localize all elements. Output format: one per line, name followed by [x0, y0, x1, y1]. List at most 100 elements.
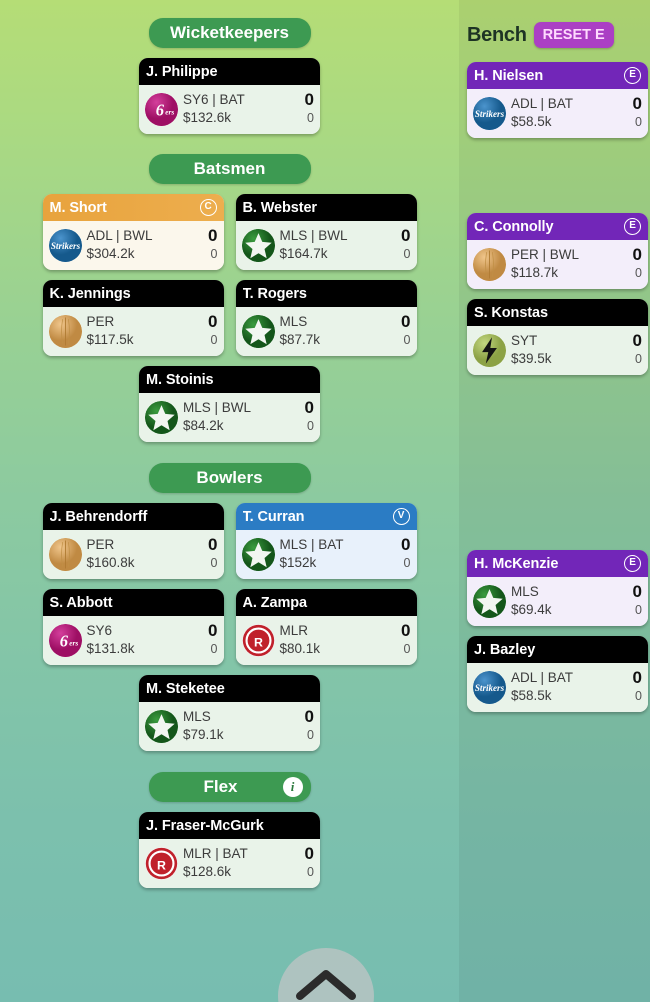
player-name: T. Curran — [242, 508, 305, 525]
player-scores: 0 0 — [302, 399, 314, 435]
field-column: Wicketkeepers J. Philippe SY6 | BAT $132… — [0, 0, 459, 1002]
player-card[interactable]: J. Bazley ADL | BAT $58.5k 0 0 — [467, 636, 648, 712]
scorchers-logo-icon — [49, 538, 82, 571]
player-score: 0 — [208, 312, 218, 331]
player-scores: 0 0 — [205, 622, 217, 658]
player-card[interactable]: H. McKenzie E MLS $69.4k 0 0 — [467, 550, 648, 626]
player-card-header: H. McKenzie E — [467, 550, 648, 577]
player-price: $117.5k — [86, 332, 134, 347]
sixers-logo-icon — [49, 624, 82, 657]
info-icon[interactable]: i — [282, 777, 303, 797]
player-scores: 0 0 — [205, 313, 217, 349]
section-label: Bowlers — [196, 468, 263, 487]
player-club: MLS — [511, 584, 539, 599]
player-card[interactable]: T. Rogers MLS $87.7k 0 0 — [235, 280, 417, 356]
player-card[interactable]: M. Stoinis MLS | BWL $84.2k 0 0 — [139, 366, 320, 442]
player-card[interactable]: B. Webster MLS | BWL $164.7k 0 0 — [235, 194, 417, 270]
section-header-wicketkeepers: Wicketkeepers — [148, 18, 311, 48]
bench-row-batsman-2: S. Konstas SYT $39.5k 0 0 — [459, 299, 650, 375]
flex-row: J. Fraser-McGurk MLR | BAT $128.6k 0 0 — [0, 812, 459, 888]
player-club: MLS | BAT — [279, 537, 344, 552]
bench-header: Bench RESET E — [459, 18, 650, 52]
player-score-sub: 0 — [307, 728, 314, 742]
player-club: PER — [86, 537, 115, 552]
player-card[interactable]: T. Curran V MLS | BAT $152k 0 0 — [235, 503, 417, 579]
bench-row-wicketkeeper: H. Nielsen E ADL | BAT $58.5k 0 0 — [459, 62, 650, 138]
bowlers-row-2: S. Abbott SY6 $131.8k 0 0 A. Zampa MLR $… — [0, 589, 459, 665]
player-price: $131.8k — [86, 641, 135, 656]
player-card-header: J. Fraser-McGurk — [139, 812, 320, 839]
player-card-body: MLS | BWL $164.7k 0 0 — [235, 221, 417, 270]
player-name: J. Philippe — [146, 63, 218, 80]
player-card[interactable]: S. Konstas SYT $39.5k 0 0 — [467, 299, 648, 375]
player-card[interactable]: C. Connolly E PER | BWL $118.7k 0 0 — [467, 213, 648, 289]
player-card-header: M. Stoinis — [139, 366, 320, 393]
player-name: H. Nielsen — [474, 67, 544, 84]
emergency-badge-icon: E — [624, 555, 641, 572]
player-score: 0 — [304, 90, 314, 109]
player-card[interactable]: H. Nielsen E ADL | BAT $58.5k 0 0 — [467, 62, 648, 138]
player-score: 0 — [632, 331, 642, 350]
player-card-body: MLS $87.7k 0 0 — [235, 307, 417, 356]
player-card-body: ADL | BAT $58.5k 0 0 — [467, 663, 648, 712]
player-name: B. Webster — [242, 199, 318, 216]
player-score: 0 — [632, 245, 642, 264]
player-card-header: J. Philippe — [139, 58, 320, 85]
player-details: SYT $39.5k — [511, 332, 630, 368]
player-card-body: SY6 $131.8k 0 0 — [42, 616, 224, 665]
player-card-header: K. Jennings — [42, 280, 224, 307]
player-details: ADL | BAT $58.5k — [511, 669, 630, 705]
player-scores: 0 0 — [302, 91, 314, 127]
player-scores: 0 0 — [630, 583, 642, 619]
team-layout: Wicketkeepers J. Philippe SY6 | BAT $132… — [0, 0, 650, 1002]
player-card-body: PER $160.8k 0 0 — [42, 530, 224, 579]
player-score: 0 — [401, 621, 411, 640]
player-name: M. Short — [49, 199, 107, 216]
player-card[interactable]: K. Jennings PER $117.5k 0 0 — [42, 280, 224, 356]
player-price: $164.7k — [279, 246, 328, 261]
section-label: Flex — [203, 777, 238, 796]
player-name: M. Stoinis — [146, 371, 214, 388]
player-name: J. Behrendorff — [49, 508, 148, 525]
player-card[interactable]: S. Abbott SY6 $131.8k 0 0 — [42, 589, 224, 665]
player-price: $87.7k — [279, 332, 321, 347]
player-scores: 0 0 — [302, 845, 314, 881]
player-card-header: H. Nielsen E — [467, 62, 648, 89]
chevron-up-icon — [295, 966, 357, 1002]
player-name: J. Bazley — [474, 641, 536, 658]
player-scores: 0 0 — [398, 536, 410, 572]
section-header-flex: Flex i — [148, 772, 311, 802]
player-card-body: MLS | BAT $152k 0 0 — [235, 530, 417, 579]
player-card[interactable]: J. Behrendorff PER $160.8k 0 0 — [42, 503, 224, 579]
player-scores: 0 0 — [630, 95, 642, 131]
player-card-body: ADL | BWL $304.2k 0 0 — [42, 221, 224, 270]
player-card-body: SY6 | BAT $132.6k 0 0 — [139, 85, 320, 134]
player-details: MLS $69.4k — [511, 583, 630, 619]
player-card[interactable]: M. Short C ADL | BWL $304.2k 0 0 — [42, 194, 224, 270]
player-details: MLS $87.7k — [280, 313, 399, 349]
player-scores: 0 0 — [302, 708, 314, 744]
player-score-sub: 0 — [210, 556, 218, 570]
player-name: T. Rogers — [242, 285, 307, 302]
player-card[interactable]: J. Philippe SY6 | BAT $132.6k 0 0 — [139, 58, 320, 134]
player-price: $79.1k — [183, 727, 224, 742]
player-scores: 0 0 — [630, 332, 642, 368]
reset-emergency-button[interactable]: RESET E — [533, 22, 614, 48]
player-club: MLS — [279, 314, 308, 329]
player-club: SY6 — [86, 623, 113, 638]
player-card-header: M. Short C — [42, 194, 224, 221]
player-club: MLS | BWL — [279, 228, 348, 243]
player-card[interactable]: M. Steketee MLS $79.1k 0 0 — [139, 675, 320, 751]
thunder-logo-icon — [473, 334, 506, 367]
player-card-body: ADL | BAT $58.5k 0 0 — [467, 89, 648, 138]
batsmen-row-2: K. Jennings PER $117.5k 0 0 T. Rogers ML… — [0, 280, 459, 356]
player-club: ADL | BWL — [86, 228, 153, 243]
player-card-header: B. Webster — [235, 194, 417, 221]
player-details: PER | BWL $118.7k — [511, 246, 630, 282]
player-score-sub: 0 — [307, 111, 314, 125]
player-card-body: PER $117.5k 0 0 — [42, 307, 224, 356]
player-details: MLS $79.1k — [183, 708, 302, 744]
player-card[interactable]: A. Zampa MLR $80.1k 0 0 — [235, 589, 417, 665]
player-card-header: C. Connolly E — [467, 213, 648, 240]
player-card[interactable]: J. Fraser-McGurk MLR | BAT $128.6k 0 0 — [139, 812, 320, 888]
